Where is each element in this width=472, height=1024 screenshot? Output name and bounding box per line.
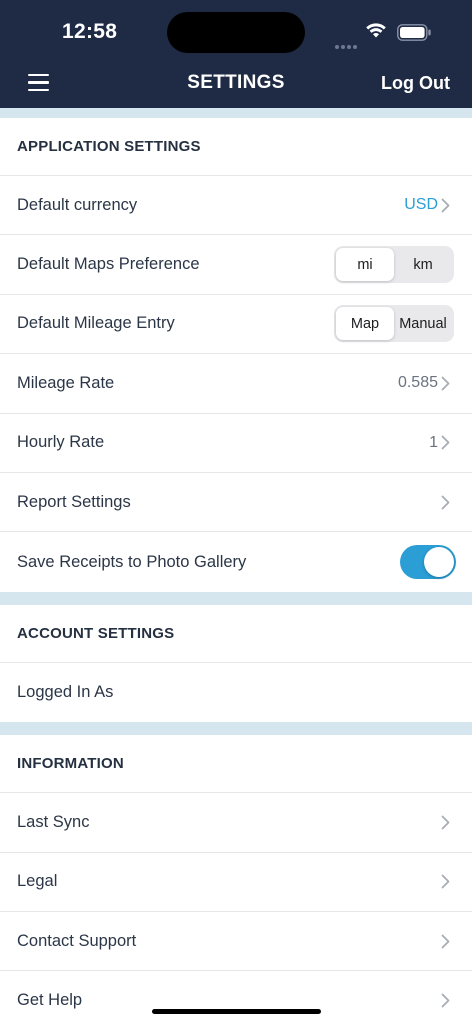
row-label: Mileage Rate [17,373,115,392]
top-bar: 12:58 SETTINGS Log Out [0,0,472,108]
hourly-rate-value: 1 [429,433,438,451]
cellular-signal-icon [335,36,359,54]
get-help-row[interactable]: Get Help [0,971,472,1024]
segment-km[interactable]: km [394,248,452,281]
hourly-rate-row[interactable]: Hourly Rate 1 [0,414,472,473]
home-indicator [152,1009,321,1014]
maps-preference-row: Default Maps Preference mi km [0,235,472,295]
section-header: APPLICATION SETTINGS [0,118,472,176]
settings-content: APPLICATION SETTINGS Default currency US… [0,108,472,1024]
mileage-entry-segmented-control[interactable]: Map Manual [334,305,454,343]
dynamic-island [167,12,305,53]
last-sync-row[interactable]: Last Sync [0,793,472,853]
row-label: Contact Support [17,931,137,950]
application-settings-section: APPLICATION SETTINGS Default currency US… [0,118,472,592]
row-label: Hourly Rate [17,433,105,452]
default-currency-row[interactable]: Default currency USD [0,176,472,236]
row-label: Report Settings [17,492,131,511]
toggle-knob [424,547,454,578]
mileage-rate-value: 0.585 [397,374,438,392]
row-label: Logged In As [17,682,114,701]
row-label: Legal [17,872,58,891]
row-label: Last Sync [17,812,90,831]
chevron-right-icon [441,376,450,391]
row-label: Default Mileage Entry [17,314,175,333]
maps-preference-segmented-control[interactable]: mi km [334,246,454,284]
battery-icon [397,24,431,41]
contact-support-row[interactable]: Contact Support [0,912,472,972]
logout-button[interactable]: Log Out [381,73,450,94]
save-receipts-toggle[interactable] [400,545,456,580]
segment-manual[interactable]: Manual [394,307,452,340]
account-settings-section: ACCOUNT SETTINGS Logged In As [0,604,472,723]
chevron-right-icon [441,435,450,450]
segment-mi[interactable]: mi [336,248,394,282]
chevron-right-icon [441,198,450,213]
row-label: Get Help [17,991,83,1010]
chevron-right-icon [441,874,450,889]
row-label: Save Receipts to Photo Gallery [17,552,247,571]
mileage-rate-row[interactable]: Mileage Rate 0.585 [0,354,472,414]
logged-in-as-row: Logged In As [0,663,472,722]
status-time: 12:58 [62,20,118,43]
section-header: INFORMATION [0,735,472,794]
chevron-right-icon [441,495,450,510]
chevron-right-icon [441,934,450,948]
row-label: Default Maps Preference [17,255,200,274]
section-header: ACCOUNT SETTINGS [0,605,472,663]
report-settings-row[interactable]: Report Settings [0,473,472,533]
information-section: INFORMATION Last Sync Legal Contact Supp… [0,735,472,1024]
mileage-entry-row: Default Mileage Entry Map Manual [0,295,472,355]
legal-row[interactable]: Legal [0,853,472,912]
wifi-icon [366,23,386,38]
currency-value: USD [404,196,438,214]
segment-map[interactable]: Map [336,307,394,341]
save-receipts-row: Save Receipts to Photo Gallery [0,532,472,591]
row-label: Default currency [17,195,138,214]
chevron-right-icon [441,994,450,1008]
chevron-right-icon [441,815,450,830]
